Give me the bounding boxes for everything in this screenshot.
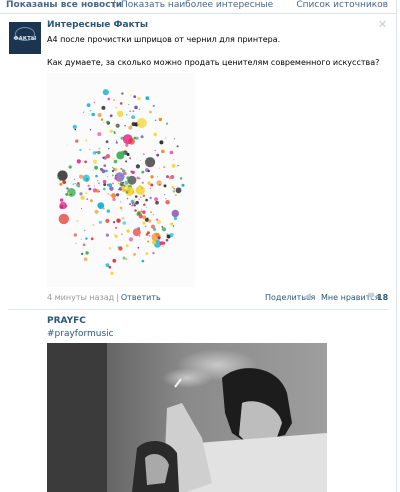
- hashtag-link[interactable]: #prayformusic: [47, 329, 114, 339]
- post-author[interactable]: Интересные Факты: [47, 20, 148, 30]
- post-text-line: Как думаете, за сколько можно продать це…: [47, 58, 380, 67]
- close-icon[interactable]: ✕: [378, 18, 387, 31]
- avatar-label: ФАКТЫ: [13, 36, 37, 42]
- meta-separator: |: [116, 293, 119, 302]
- post-time[interactable]: 4 минуты назад: [47, 293, 114, 302]
- post-photo[interactable]: [47, 343, 327, 492]
- show-interesting-link[interactable]: Показать наиболее интересные: [121, 0, 273, 10]
- news-feed: Показаны все новости | Показать наиболее…: [0, 0, 397, 492]
- avatar[interactable]: ФАКТЫ: [9, 22, 41, 54]
- post-divider: [8, 309, 388, 310]
- post-author[interactable]: PRAYFC: [47, 316, 86, 326]
- post-meta: 4 минуты назад | Ответить: [47, 293, 161, 302]
- smoking-couple-photo: [47, 343, 327, 492]
- feed-filter-bar: Показаны все новости | Показать наиболее…: [0, 0, 396, 14]
- ink-splatter-art: [57, 89, 185, 275]
- post-image[interactable]: [47, 73, 195, 287]
- like-count[interactable]: 18: [377, 293, 388, 302]
- post-text-line: А4 после прочистки шприцов от чернил для…: [47, 35, 281, 44]
- sources-list-link[interactable]: Список источников: [296, 0, 388, 10]
- reply-link[interactable]: Ответить: [121, 293, 161, 302]
- megaphone-icon[interactable]: ◀: [304, 292, 311, 302]
- heart-icon[interactable]: ♥: [367, 292, 375, 302]
- all-news-tab[interactable]: Показаны все новости: [6, 0, 122, 10]
- filter-separator: |: [113, 0, 117, 9]
